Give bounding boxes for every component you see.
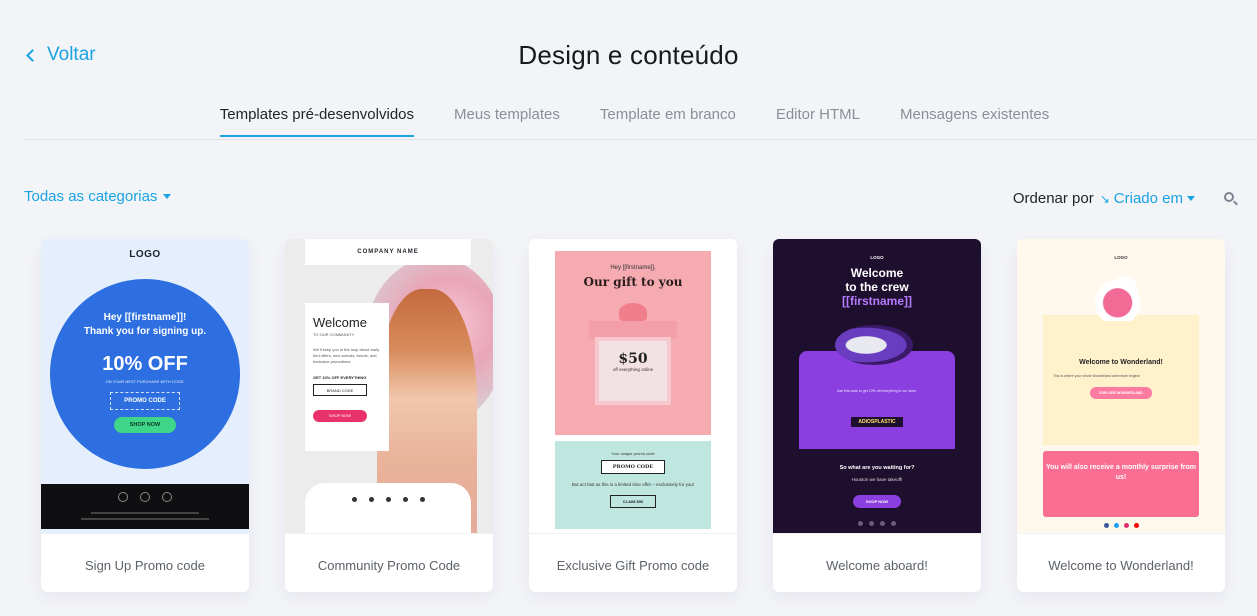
preview-welcome-3: [[firstname]] <box>841 294 912 308</box>
preview-logo: LOGO <box>870 255 884 260</box>
caret-down-icon <box>1187 196 1195 201</box>
preview-purple-band <box>799 351 955 449</box>
search-icon[interactable] <box>1223 191 1239 207</box>
preview-offer: GET 10% OFF EVERYTHING <box>313 375 367 380</box>
facebook-icon <box>118 492 128 502</box>
template-name: Exclusive Gift Promo code <box>529 533 737 592</box>
template-card[interactable]: COMPANY NAME Welcome TO OUR COMMUNITY We… <box>285 239 493 592</box>
preview-footer <box>305 483 471 533</box>
preview-promo-circle: Hey [[firstname]]! Thank you for signing… <box>50 279 240 469</box>
preview-code-intro: Your unique promo code <box>611 451 655 456</box>
preview-welcome: Welcome <box>850 266 904 280</box>
facebook-icon <box>1103 523 1109 528</box>
preview-waiting: So what are you waiting for? <box>839 465 915 471</box>
template-grid: LOGO Hey [[firstname]]! Thank you for si… <box>41 239 1225 592</box>
preview-greeting: Hey [[firstname]]! <box>103 312 187 323</box>
preview-gift-section: Hey [[firstname]], Our gift to you $50 o… <box>555 251 711 435</box>
preview-welcome-panel: Welcome TO OUR COMMUNITY We'll keep you … <box>305 303 389 451</box>
preview-code: PROMO CODE <box>601 460 665 474</box>
preview-subtitle: TO OUR COMMUNITY <box>313 332 355 337</box>
preview-welcome-panel: Welcome to Wonderland! This is where you… <box>1043 315 1199 445</box>
preview-logo: LOGO <box>1114 255 1128 260</box>
preview-houston: Houston we have takeoff! <box>851 477 903 482</box>
template-name: Community Promo Code <box>285 533 493 592</box>
template-card[interactable]: LOGO Hey [[firstname]]! Thank you for si… <box>41 239 249 592</box>
preview-headline: Our gift to you <box>583 275 683 289</box>
preview-shop-button: SHOP NOW <box>313 410 367 422</box>
preview-greeting-2: Thank you for signing up. <box>83 326 207 337</box>
preview-logo: LOGO <box>129 249 161 260</box>
tab-pre-developed-templates[interactable]: Templates pré-desenvolvidos <box>219 106 415 137</box>
instagram-icon <box>140 492 150 502</box>
template-preview: Hey [[firstname]], Our gift to you $50 o… <box>529 239 737 533</box>
template-card[interactable]: LOGO Welcome to Wonderland! This is wher… <box>1017 239 1225 592</box>
preview-code: ADIOSPLASTIC <box>851 417 903 427</box>
preview-body: This is where your whole Wonderland adve… <box>1053 374 1141 378</box>
preview-shop-button: SHOP NOW <box>853 495 901 508</box>
sort-direction-icon[interactable]: ↘ <box>1100 192 1110 206</box>
preview-welcome: Welcome <box>313 315 367 330</box>
preview-surprise: You will also receive a monthly surprise… <box>1045 464 1197 481</box>
sort-value: Criado em <box>1113 190 1183 207</box>
preview-claim-button: CLAIM $50 <box>610 495 656 508</box>
preview-discount: 10% OFF <box>102 353 188 375</box>
template-name: Welcome aboard! <box>773 533 981 592</box>
page-title: Design e conteúdo <box>518 40 739 70</box>
preview-footer <box>41 484 249 529</box>
category-filter-dropdown[interactable]: Todas as categorias <box>24 188 172 205</box>
preview-code: PROMO CODE <box>110 392 180 410</box>
sort-dropdown[interactable]: ↘ Criado em <box>1100 190 1195 207</box>
template-preview: LOGO Welcome to the crew [[firstname]] U… <box>773 239 981 533</box>
preview-act-line: But act fast as this is a limited time o… <box>571 482 695 487</box>
preview-code: BRAND CODE <box>313 384 367 396</box>
instagram-icon <box>1123 523 1129 528</box>
preview-title: Welcome to Wonderland! <box>1079 359 1163 366</box>
preview-surprise-panel: You will also receive a monthly surprise… <box>1043 451 1199 517</box>
template-card[interactable]: LOGO Welcome to the crew [[firstname]] U… <box>773 239 981 592</box>
tab-html-editor[interactable]: Editor HTML <box>776 106 860 137</box>
preview-explore-button: EXPLORE WONDERLAND <box>1090 387 1152 399</box>
preview-company: COMPANY NAME <box>305 239 471 265</box>
template-preview: COMPANY NAME Welcome TO OUR COMMUNITY We… <box>285 239 493 533</box>
unicorn-image <box>1087 269 1155 321</box>
caret-down-icon <box>163 194 172 199</box>
preview-discount-sub: ON YOUR NEXT PURCHASE WITH CODE: <box>105 379 185 384</box>
gift-box-image: $50 off everything online <box>595 337 671 405</box>
template-preview: LOGO Welcome to Wonderland! This is wher… <box>1017 239 1225 533</box>
preview-price-sub: off everything online <box>612 367 654 372</box>
sort-label: Ordenar por <box>1012 190 1094 207</box>
tab-existing-messages[interactable]: Mensagens existentes <box>900 106 1049 137</box>
template-card[interactable]: Hey [[firstname]], Our gift to you $50 o… <box>529 239 737 592</box>
tab-my-templates[interactable]: Meus templates <box>454 106 560 137</box>
sort-control: Ordenar por ↘ Criado em <box>1013 190 1195 207</box>
youtube-icon <box>1133 523 1139 528</box>
template-preview: LOGO Hey [[firstname]]! Thank you for si… <box>41 239 249 533</box>
twitter-icon <box>1113 523 1119 528</box>
preview-body: Use this code to get 10% off everything … <box>836 389 918 393</box>
template-name: Welcome to Wonderland! <box>1017 533 1225 592</box>
youtube-icon <box>162 492 172 502</box>
gift-bow-image <box>619 303 647 321</box>
preview-greeting: Hey [[firstname]], <box>610 265 656 271</box>
preview-body: We'll keep you in the loop about early b… <box>313 347 380 364</box>
astronaut-image <box>835 325 913 365</box>
preview-price: $50 <box>618 351 648 367</box>
template-tabs: Templates pré-desenvolvidos Meus templat… <box>0 106 1257 137</box>
category-filter-label: Todas as categorias <box>24 188 158 205</box>
tabs-divider <box>24 139 1257 140</box>
preview-code-section: Your unique promo code PROMO CODE But ac… <box>555 441 711 529</box>
tab-blank-template[interactable]: Template em branco <box>600 106 736 137</box>
preview-shop-button: SHOP NOW <box>114 417 176 433</box>
template-name: Sign Up Promo code <box>41 533 249 592</box>
preview-welcome-2: to the crew <box>845 280 909 294</box>
